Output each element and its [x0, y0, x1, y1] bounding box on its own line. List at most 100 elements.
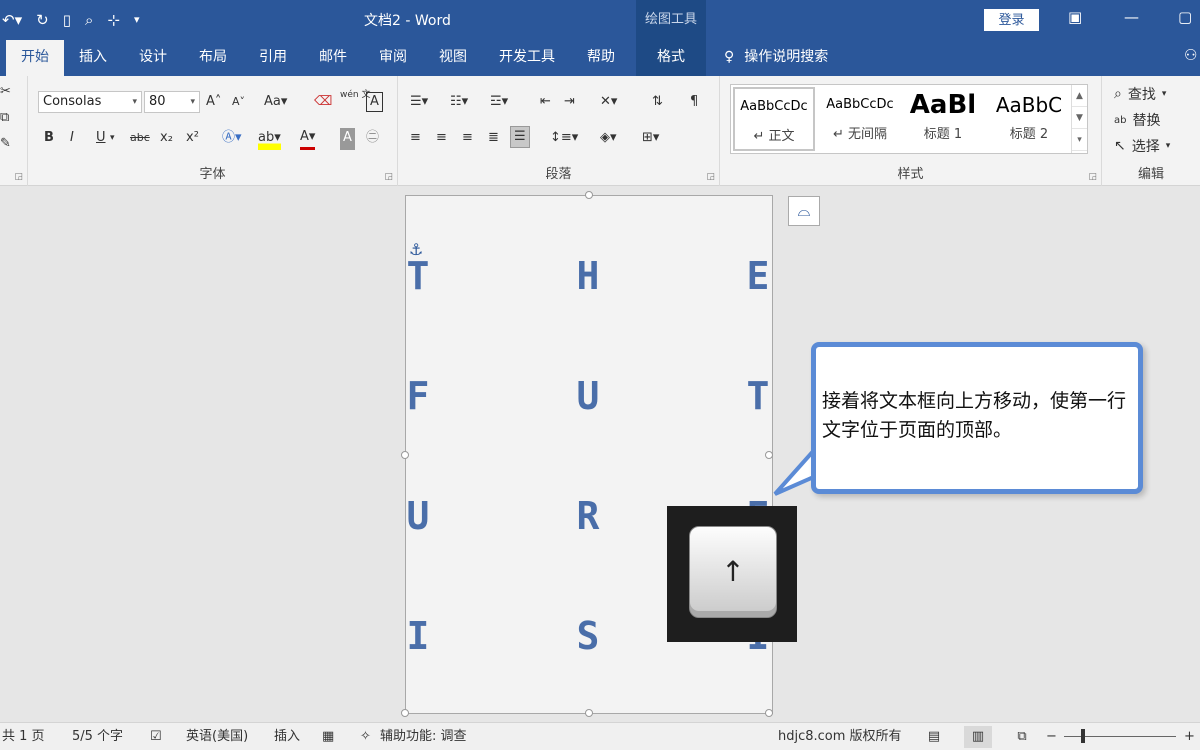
enclose-characters-icon[interactable]: ㊁	[366, 128, 379, 150]
share-user-icon[interactable]: ⚇	[1184, 46, 1197, 64]
tab-home[interactable]: 开始	[6, 40, 64, 76]
grow-font-button[interactable]: A˄	[206, 92, 221, 114]
tab-view[interactable]: 视图	[430, 40, 476, 76]
character-border-icon[interactable]: A	[366, 92, 383, 112]
tab-layout[interactable]: 布局	[190, 40, 236, 76]
resize-handle[interactable]	[401, 451, 409, 459]
org-chart-icon[interactable]: ⊹	[107, 8, 120, 32]
chevron-down-icon[interactable]: ▾	[110, 128, 115, 150]
format-painter-icon[interactable]: ✎	[0, 134, 11, 156]
editing-group-label: 编辑	[1137, 167, 1164, 182]
zoom-in-button[interactable]: +	[1184, 727, 1195, 747]
find-button[interactable]: ⌕ 查找 ▾	[1114, 84, 1166, 104]
new-document-icon[interactable]: ▯	[63, 8, 71, 32]
tab-review[interactable]: 审阅	[370, 40, 416, 76]
tab-developer[interactable]: 开发工具	[492, 40, 562, 76]
more-styles-icon[interactable]: ▾	[1072, 129, 1087, 151]
web-layout-icon[interactable]: ⧉	[1008, 726, 1036, 748]
underline-button[interactable]: U	[96, 128, 106, 150]
style-heading-1[interactable]: AaBl 标题 1	[905, 87, 981, 151]
bold-button[interactable]: B	[44, 128, 54, 150]
ribbon-display-options-icon[interactable]: ▣	[1068, 8, 1082, 26]
redo-icon[interactable]: ↻	[36, 8, 49, 32]
increase-indent-icon[interactable]: ⇥	[564, 92, 575, 114]
change-case-button[interactable]: Aa▾	[264, 92, 287, 114]
drawing-tools-context: 绘图工具	[636, 0, 706, 40]
decrease-indent-icon[interactable]: ⇤	[540, 92, 551, 114]
tell-me-search[interactable]: ♀ 操作说明搜索	[724, 40, 828, 76]
font-launcher-icon[interactable]: ◲	[384, 172, 393, 182]
tab-format[interactable]: 格式	[636, 40, 706, 76]
resize-handle[interactable]	[765, 709, 773, 717]
borders-icon[interactable]: ⊞▾	[642, 128, 659, 150]
strikethrough-button[interactable]: abc	[130, 128, 150, 150]
tab-help[interactable]: 帮助	[578, 40, 624, 76]
superscript-button[interactable]: x²	[186, 128, 199, 150]
align-center-icon[interactable]: ≡	[436, 128, 447, 150]
multilevel-list-icon[interactable]: ☲▾	[490, 92, 508, 114]
zoom-out-button[interactable]: −	[1046, 727, 1057, 747]
sort-icon[interactable]: ⇅	[652, 92, 663, 114]
replace-button[interactable]: ab 替换	[1114, 110, 1160, 130]
clipboard-launcher-icon[interactable]: ◲	[14, 172, 23, 182]
resize-handle[interactable]	[585, 709, 593, 717]
copy-icon[interactable]: ⧉	[0, 108, 9, 130]
word-count[interactable]: 5/5 个字	[72, 727, 123, 747]
cut-icon[interactable]: ✂	[0, 82, 11, 104]
accessibility-status[interactable]: 辅助功能: 调查	[380, 727, 467, 747]
tab-insert[interactable]: 插入	[70, 40, 116, 76]
numbering-icon[interactable]: ☷▾	[450, 92, 468, 114]
arrow-up-icon: ↑	[721, 555, 745, 588]
resize-handle[interactable]	[585, 191, 593, 199]
style-normal[interactable]: AaBbCcDc ↵ 正文	[733, 87, 815, 151]
text-effects-icon[interactable]: Ⓐ▾	[222, 128, 242, 150]
clear-formatting-icon[interactable]: ⌫	[314, 92, 332, 114]
style-no-spacing[interactable]: AaBbCcDc ↵ 无间隔	[819, 87, 901, 151]
print-layout-icon[interactable]: ▥	[964, 726, 992, 748]
paragraph-launcher-icon[interactable]: ◲	[706, 172, 715, 182]
align-left-icon[interactable]: ≡	[410, 128, 421, 150]
read-mode-icon[interactable]: ▤	[920, 726, 948, 748]
language-indicator[interactable]: 英语(美国)	[186, 727, 248, 747]
page-count[interactable]: 共 1 页	[2, 727, 45, 747]
align-right-icon[interactable]: ≡	[462, 128, 473, 150]
style-heading-2[interactable]: AaBbC 标题 2	[989, 87, 1069, 151]
highlight-icon[interactable]: ab▾	[258, 128, 281, 150]
scroll-down-icon[interactable]: ▼	[1072, 107, 1087, 129]
italic-button[interactable]: I	[70, 128, 74, 150]
minimize-icon[interactable]: —	[1124, 8, 1139, 26]
select-button[interactable]: ↖ 选择 ▾	[1114, 136, 1170, 156]
shading-icon[interactable]: ◈▾	[600, 128, 617, 150]
distributed-icon[interactable]: ☰	[510, 126, 530, 148]
tab-references[interactable]: 引用	[250, 40, 296, 76]
font-color-icon[interactable]: A▾	[300, 128, 316, 150]
justify-icon[interactable]: ≣	[488, 128, 499, 150]
proofing-icon[interactable]: ☑	[150, 727, 162, 747]
line-spacing-icon[interactable]: ↕≡▾	[550, 128, 578, 150]
shrink-font-button[interactable]: A˅	[232, 92, 245, 114]
login-button[interactable]: 登录	[984, 9, 1039, 31]
styles-launcher-icon[interactable]: ◲	[1088, 172, 1097, 182]
character-shading-icon[interactable]: A	[340, 128, 355, 150]
customize-qat-icon[interactable]: ▾	[134, 8, 140, 32]
print-preview-icon[interactable]: ⌕	[85, 8, 93, 32]
maximize-icon[interactable]: ▢	[1178, 8, 1192, 26]
show-marks-icon[interactable]: ¶	[690, 92, 698, 114]
macro-icon[interactable]: ▦	[322, 727, 334, 747]
zoom-slider-handle[interactable]	[1081, 729, 1085, 743]
tab-mailings[interactable]: 邮件	[310, 40, 356, 76]
tab-design[interactable]: 设计	[130, 40, 176, 76]
font-name-select[interactable]: Consolas ▾	[38, 91, 142, 113]
insert-mode[interactable]: 插入	[274, 727, 300, 747]
accessibility-icon[interactable]: ✧	[360, 727, 371, 747]
undo-icon[interactable]: ↶▾	[2, 8, 22, 32]
styles-group-label: 样式	[897, 167, 924, 182]
scroll-up-icon[interactable]: ▲	[1072, 85, 1087, 107]
resize-handle[interactable]	[765, 451, 773, 459]
resize-handle[interactable]	[401, 709, 409, 717]
bullets-icon[interactable]: ☰▾	[410, 92, 428, 114]
font-size-select[interactable]: 80 ▾	[144, 91, 200, 113]
chinese-layout-icon[interactable]: ✕▾	[600, 92, 617, 114]
subscript-button[interactable]: x₂	[160, 128, 173, 150]
layout-options-icon[interactable]: ⌓	[788, 196, 820, 226]
